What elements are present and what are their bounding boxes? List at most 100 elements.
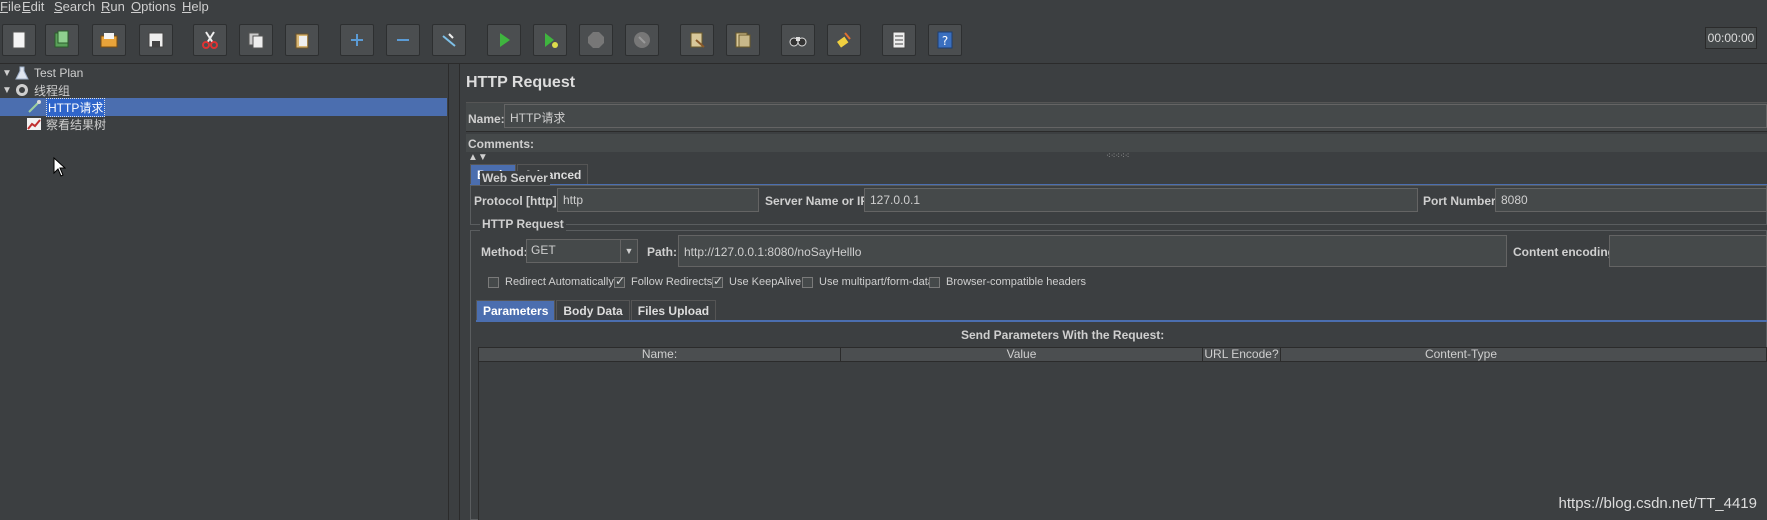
column-value[interactable]: Value	[841, 348, 1203, 361]
menu-bar: File Edit Search Run Options Help	[0, 0, 1767, 14]
pane-splitter[interactable]	[448, 64, 460, 520]
tree-item-thread-group[interactable]: ▼ 线程组	[2, 81, 70, 99]
stop-button[interactable]	[579, 24, 613, 56]
mouse-pointer-icon	[53, 157, 66, 177]
checkbox-label: Follow Redirects	[631, 276, 713, 288]
expand-all-button[interactable]	[340, 24, 374, 56]
menu-run[interactable]: Run	[101, 0, 125, 14]
checkbox-box[interactable]	[712, 274, 723, 288]
web-server-title: Web Server	[480, 171, 550, 185]
paste-icon	[295, 33, 309, 49]
browser-compatible-headers-checkbox[interactable]: Browser-compatible headers	[929, 276, 1086, 288]
method-select[interactable]: GET ▼	[526, 239, 638, 263]
tree-item-test-plan[interactable]: ▼ Test Plan	[2, 64, 83, 82]
column-url-encode[interactable]: URL Encode?	[1203, 348, 1281, 361]
help-button[interactable]: ?	[928, 24, 962, 56]
comments-row	[466, 134, 1767, 152]
server-name-field[interactable]: 127.0.0.1	[864, 188, 1418, 212]
gear-icon	[16, 84, 28, 96]
tree-item-label: HTTP请求	[46, 97, 106, 117]
tree-item-http-request[interactable]: HTTP请求	[26, 97, 106, 117]
clear-all-button[interactable]	[726, 24, 760, 56]
port-number-field[interactable]: 8080	[1495, 188, 1767, 212]
path-label: Path:	[647, 245, 677, 259]
start-button[interactable]	[487, 24, 521, 56]
shutdown-button[interactable]	[625, 24, 659, 56]
tab-files-upload[interactable]: Files Upload	[630, 300, 717, 321]
reset-search-button[interactable]	[827, 24, 861, 56]
start-icon	[500, 33, 510, 47]
column-content-type[interactable]: Content-Type	[1281, 348, 1641, 361]
collapse-icon	[397, 39, 409, 41]
parameter-tabs: Parameters Body Data Files Upload	[476, 300, 717, 321]
elapsed-timer: 00:00:00	[1705, 27, 1757, 49]
menu-options[interactable]: Options	[131, 0, 176, 14]
port-number-label: Port Number:	[1423, 194, 1500, 208]
expand-arrow-icon[interactable]: ▼	[2, 85, 14, 96]
redirect-automatically-checkbox[interactable]: Redirect Automatically	[488, 276, 614, 288]
tab-parameters[interactable]: Parameters	[476, 300, 556, 321]
templates-icon	[54, 30, 69, 48]
menu-file[interactable]: File	[0, 0, 21, 14]
open-button[interactable]	[92, 24, 126, 56]
method-value: GET	[531, 243, 556, 257]
reset-search-icon	[837, 32, 851, 48]
test-plan-icon	[15, 66, 29, 80]
expand-arrow-icon[interactable]: ▼	[2, 68, 14, 79]
svg-text:?: ?	[942, 34, 948, 48]
start-no-pause-icon	[545, 33, 558, 48]
toggle-button[interactable]	[432, 24, 466, 56]
copy-icon	[248, 32, 264, 49]
checkbox-box[interactable]	[802, 276, 813, 288]
tree-item-label: 察看结果树	[46, 117, 107, 132]
start-no-pauses-button[interactable]	[533, 24, 567, 56]
checkbox-box[interactable]	[488, 276, 499, 288]
menu-search[interactable]: Search	[54, 0, 95, 14]
new-button[interactable]	[2, 24, 36, 56]
follow-redirects-checkbox[interactable]: Follow Redirects	[614, 274, 713, 288]
tree-item-view-results-tree[interactable]: 察看结果树	[26, 115, 106, 133]
protocol-field[interactable]: http	[557, 188, 759, 212]
checkbox-box[interactable]	[614, 274, 625, 288]
test-plan-tree: ▼ Test Plan ▼ 线程组 HTTP请求 察看结果树	[0, 64, 448, 520]
collapse-arrows-icon[interactable]: ▲▼	[468, 152, 488, 163]
http-request-title: HTTP Request	[480, 217, 566, 231]
templates-button[interactable]	[45, 24, 79, 56]
tree-item-label: Test Plan	[34, 66, 84, 80]
function-helper-button[interactable]	[882, 24, 916, 56]
cut-button[interactable]	[193, 24, 227, 56]
copy-button[interactable]	[239, 24, 273, 56]
save-button[interactable]	[139, 24, 173, 56]
column-name[interactable]: Name:	[479, 348, 841, 361]
chevron-down-icon: ▼	[620, 240, 637, 262]
menu-help[interactable]: Help	[182, 0, 209, 14]
watermark-text: https://blog.csdn.net/TT_4419	[1558, 495, 1757, 512]
function-helper-icon	[892, 31, 906, 49]
clear-button[interactable]	[680, 24, 714, 56]
collapse-all-button[interactable]	[386, 24, 420, 56]
content-encoding-field[interactable]	[1609, 235, 1767, 267]
sampler-pipette-icon	[28, 100, 41, 113]
help-icon: ?	[937, 31, 953, 49]
method-label: Method:	[481, 245, 528, 259]
comments-label: Comments:	[468, 137, 535, 151]
page-title: HTTP Request	[466, 74, 576, 91]
name-field[interactable]: HTTP请求	[504, 104, 1767, 128]
stop-icon	[588, 32, 604, 48]
listener-chart-icon	[27, 118, 41, 130]
checkbox-label: Use KeepAlive	[729, 276, 802, 288]
params-table-header: Name: Value URL Encode? Content-Type	[478, 347, 1767, 362]
use-multipart-checkbox[interactable]: Use multipart/form-data	[802, 276, 934, 288]
tab-body-data[interactable]: Body Data	[556, 300, 630, 321]
use-keepalive-checkbox[interactable]: Use KeepAlive	[712, 274, 802, 288]
search-button[interactable]	[781, 24, 815, 56]
paste-button[interactable]	[285, 24, 319, 56]
cut-icon	[202, 31, 218, 49]
menu-edit[interactable]: Edit	[22, 0, 44, 14]
checkbox-box[interactable]	[929, 276, 940, 288]
save-icon	[148, 32, 164, 48]
resize-grip-icon[interactable]: ⁖⁖⁖⁖⁖	[1106, 151, 1129, 160]
path-field[interactable]: http://127.0.0.1:8080/noSayHelllo	[678, 235, 1507, 267]
new-icon	[12, 31, 26, 49]
content-encoding-label: Content encoding:	[1513, 245, 1619, 259]
